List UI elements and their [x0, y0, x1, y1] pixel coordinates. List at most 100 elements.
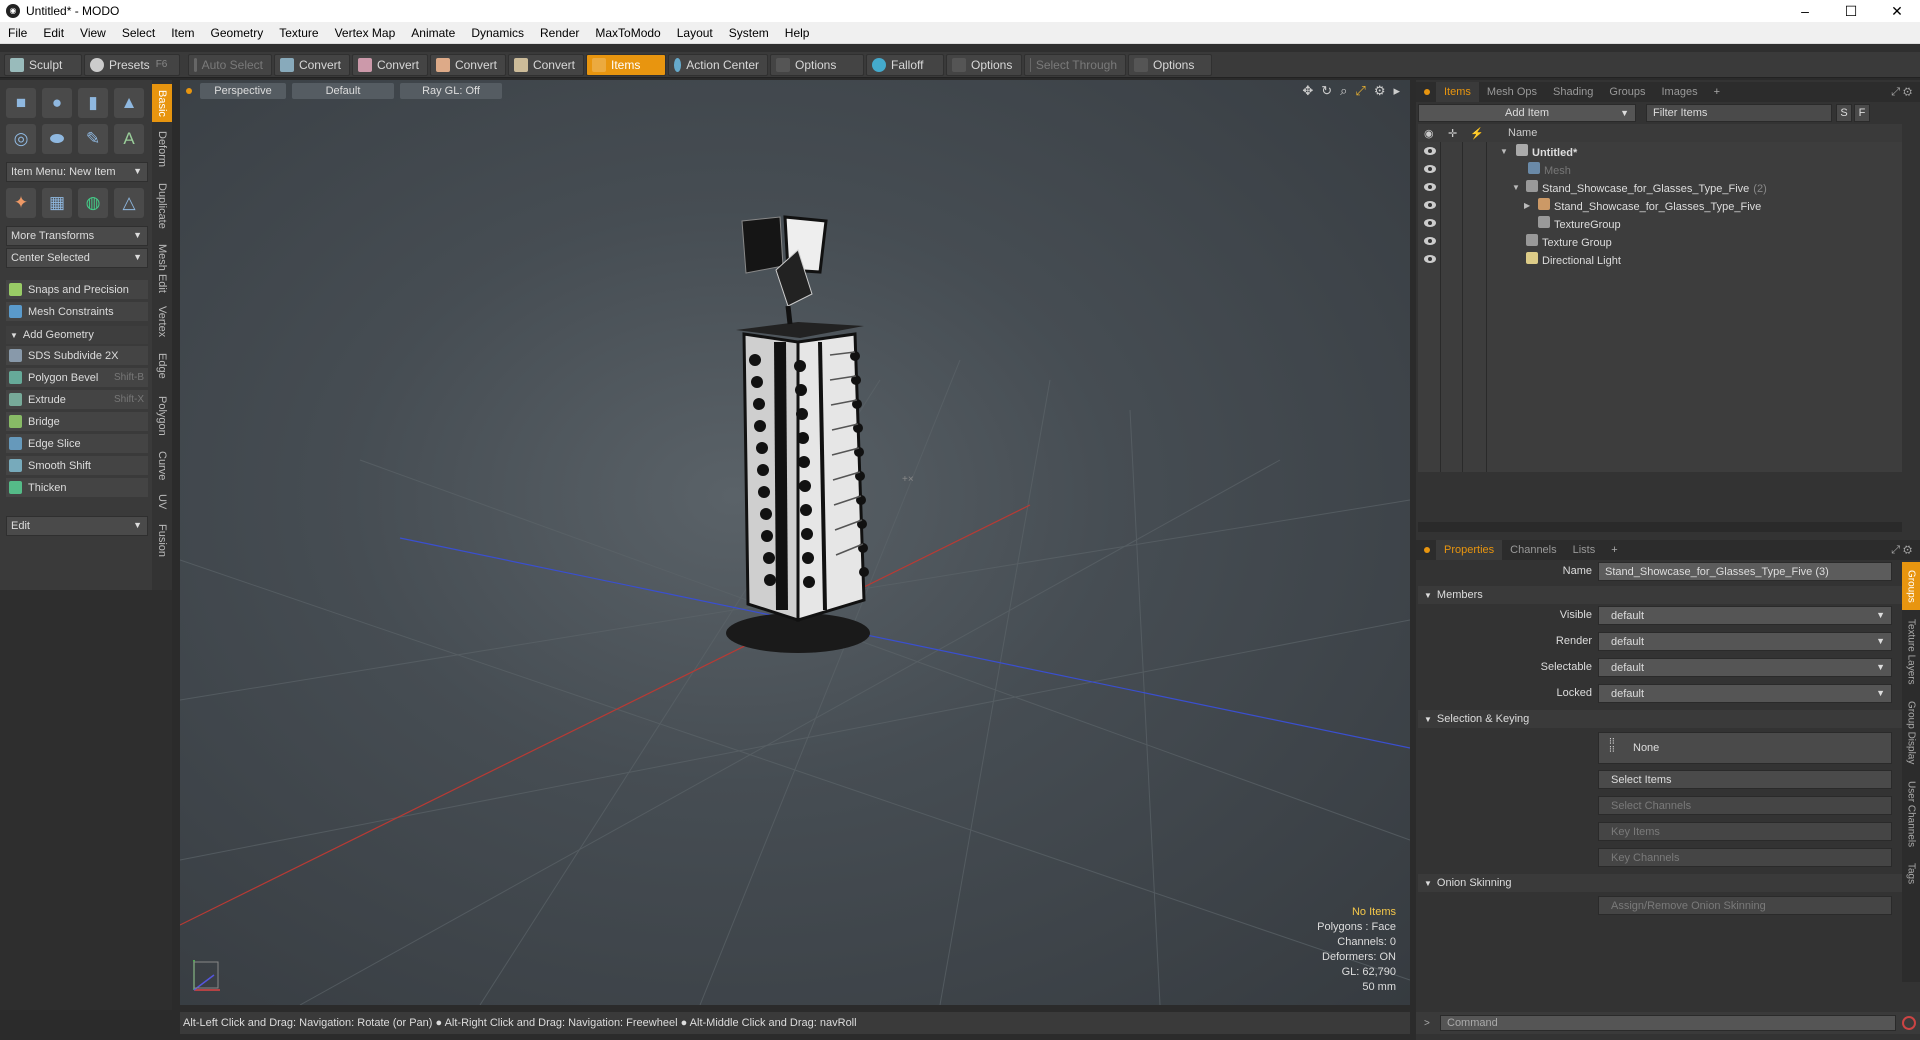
tab-mesh-ops[interactable]: Mesh Ops	[1479, 82, 1545, 102]
vtab-uv[interactable]: UV	[152, 488, 172, 516]
visibility-eye-icon[interactable]	[1424, 219, 1436, 227]
convert-item-button[interactable]: Convert	[508, 53, 584, 76]
add-tab-button[interactable]: +	[1706, 82, 1728, 102]
text-tool-icon[interactable]: A	[114, 124, 144, 154]
locked-dropdown[interactable]: default ▼	[1598, 684, 1892, 703]
vtab-group-display[interactable]: Group Display	[1902, 694, 1920, 772]
menu-texture[interactable]: Texture	[271, 26, 326, 40]
select-channels-button[interactable]: Select Channels	[1598, 796, 1892, 815]
tab-shading[interactable]: Shading	[1545, 82, 1601, 102]
cone-icon[interactable]: ▲	[114, 88, 144, 118]
select-items-button[interactable]: Select Items	[1598, 770, 1892, 789]
convert-vertex-button[interactable]: Convert	[274, 53, 350, 76]
visibility-eye-icon[interactable]	[1424, 255, 1436, 263]
vtab-mesh-edit[interactable]: Mesh Edit	[152, 238, 172, 298]
menu-render[interactable]: Render	[532, 26, 587, 40]
key-channels-button[interactable]: Key Channels	[1598, 848, 1892, 867]
none-selector-button[interactable]: ⁝⁝ ⁝⁝ None	[1598, 732, 1892, 764]
tool-edge-slice[interactable]: Edge Slice	[6, 434, 148, 454]
add-geometry-header[interactable]: ▼ Add Geometry	[6, 326, 148, 344]
snaps-precision-button[interactable]: Snaps and Precision	[6, 280, 148, 300]
menu-file[interactable]: File	[0, 26, 35, 40]
name-input[interactable]: Stand_Showcase_for_Glasses_Type_Five (3)	[1598, 562, 1892, 581]
menu-view[interactable]: View	[72, 26, 114, 40]
rotate-icon[interactable]: ↻	[1321, 83, 1332, 99]
tool-smooth-shift[interactable]: Smooth Shift	[6, 456, 148, 476]
visible-dropdown[interactable]: default ▼	[1598, 606, 1892, 625]
vtab-duplicate[interactable]: Duplicate	[152, 176, 172, 236]
visibility-eye-icon[interactable]	[1424, 147, 1436, 155]
expand-panel-icon[interactable]: ⤢ ⚙	[1891, 86, 1912, 99]
tab-lists[interactable]: Lists	[1565, 540, 1604, 560]
capsule-icon[interactable]: ⬬	[42, 124, 72, 154]
grid-icon[interactable]: ▦	[42, 188, 72, 218]
pan-icon[interactable]: ✥	[1302, 83, 1313, 99]
close-button[interactable]: ✕	[1874, 0, 1920, 22]
assign-onion-button[interactable]: Assign/Remove Onion Skinning	[1598, 896, 1892, 915]
shading-default-button[interactable]: Default	[292, 83, 394, 99]
tree-row-directional-light[interactable]: Directional Light	[1418, 250, 1902, 268]
vtab-polygon[interactable]: Polygon	[152, 388, 172, 444]
menu-maxtomodo[interactable]: MaxToModo	[587, 26, 668, 40]
tree-row-texturegroup[interactable]: TextureGroup	[1418, 214, 1902, 232]
tree-row-mesh[interactable]: Mesh	[1418, 160, 1902, 178]
tool-polygon-bevel[interactable]: Polygon Bevel Shift-B	[6, 368, 148, 388]
tool-sds-subdivide[interactable]: SDS Subdivide 2X	[6, 346, 148, 366]
center-selected-dropdown[interactable]: Center Selected ▼	[6, 248, 148, 268]
add-item-dropdown[interactable]: Add Item ▼	[1418, 104, 1636, 122]
more-transforms-dropdown[interactable]: More Transforms ▼	[6, 226, 148, 246]
vtab-edge[interactable]: Edge	[152, 346, 172, 386]
options-button-1[interactable]: Options	[770, 53, 864, 76]
torus-icon[interactable]: ◎	[6, 124, 36, 154]
tool-extrude[interactable]: Extrude Shift-X	[6, 390, 148, 410]
expand-triangle-icon[interactable]: ▼	[1512, 183, 1520, 192]
onion-skinning-section[interactable]: ▼ Onion Skinning	[1418, 874, 1902, 892]
tool-thicken[interactable]: Thicken	[6, 478, 148, 498]
vtab-texture-layers[interactable]: Texture Layers	[1902, 612, 1920, 692]
convert-polygon-button[interactable]: Convert	[430, 53, 506, 76]
falloff-button[interactable]: Falloff	[866, 53, 944, 76]
maximize-button[interactable]: ☐	[1828, 0, 1874, 22]
name-column-header[interactable]: Name	[1508, 127, 1537, 139]
viewport-settings-icon[interactable]: ⚙	[1374, 83, 1386, 99]
globe-icon[interactable]: ◍	[78, 188, 108, 218]
items-horizontal-scrollbar[interactable]	[1418, 522, 1902, 532]
vtab-vertex[interactable]: Vertex	[152, 300, 172, 344]
selection-keying-section[interactable]: ▼ Selection & Keying	[1418, 710, 1902, 728]
options-button-3[interactable]: Options	[1128, 53, 1212, 76]
pyramid-icon[interactable]: △	[114, 188, 144, 218]
perspective-button[interactable]: Perspective	[200, 83, 286, 99]
menu-system[interactable]: System	[721, 26, 777, 40]
zoom-icon[interactable]: ⌕	[1340, 83, 1347, 99]
mesh-constraints-button[interactable]: Mesh Constraints	[6, 302, 148, 322]
fit-icon[interactable]: ⤢	[1355, 83, 1365, 99]
action-center-button[interactable]: Action Center	[668, 53, 768, 76]
expand-triangle-icon[interactable]: ▼	[1500, 147, 1508, 156]
render-dropdown[interactable]: default ▼	[1598, 632, 1892, 651]
vtab-curve[interactable]: Curve	[152, 446, 172, 486]
vtab-deform[interactable]: Deform	[152, 124, 172, 174]
menu-geometry[interactable]: Geometry	[203, 26, 272, 40]
menu-select[interactable]: Select	[114, 26, 163, 40]
presets-button[interactable]: Presets F6	[84, 53, 180, 76]
convert-edge-button[interactable]: Convert	[352, 53, 428, 76]
minimize-button[interactable]: –	[1782, 0, 1828, 22]
expand-triangle-icon[interactable]: ▶	[1524, 201, 1530, 210]
command-input[interactable]: Command	[1440, 1015, 1896, 1031]
tab-items[interactable]: Items	[1436, 82, 1479, 102]
visibility-eye-icon[interactable]	[1424, 165, 1436, 173]
filter-items-input[interactable]: Filter Items	[1646, 104, 1832, 122]
cylinder-icon[interactable]: ▮	[78, 88, 108, 118]
vtab-user-channels[interactable]: User Channels	[1902, 774, 1920, 854]
members-section[interactable]: ▼ Members	[1418, 586, 1902, 604]
raygl-button[interactable]: Ray GL: Off	[400, 83, 502, 99]
vtab-groups[interactable]: Groups	[1902, 562, 1920, 610]
options-button-2[interactable]: Options	[946, 53, 1022, 76]
filter-s-button[interactable]: S	[1836, 104, 1852, 122]
vtab-fusion[interactable]: Fusion	[152, 518, 172, 564]
menu-animate[interactable]: Animate	[403, 26, 463, 40]
tool-bridge[interactable]: Bridge	[6, 412, 148, 432]
select-through-button[interactable]: Select Through	[1024, 53, 1126, 76]
menu-edit[interactable]: Edit	[35, 26, 72, 40]
filter-f-button[interactable]: F	[1854, 104, 1870, 122]
